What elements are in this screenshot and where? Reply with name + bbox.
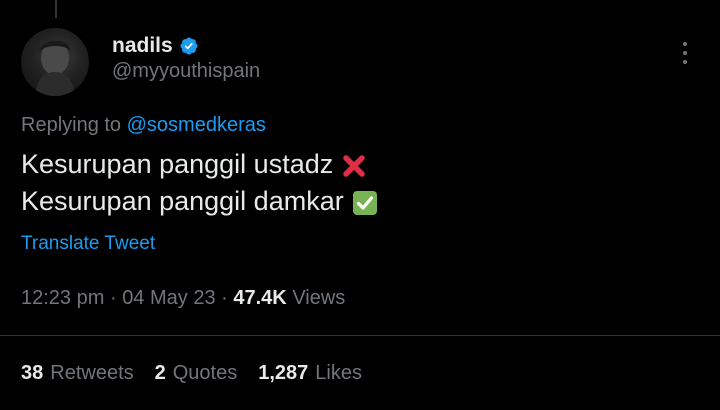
tweet-line: Kesurupan panggil damkar [21, 183, 378, 220]
avatar[interactable] [21, 28, 89, 96]
replying-to-handle-link[interactable]: @sosmedkeras [127, 114, 266, 136]
replying-to: Replying to @sosmedkeras [21, 114, 266, 137]
display-name[interactable]: nadils [112, 34, 173, 58]
views-label: Views [292, 287, 346, 309]
quotes-label: Quotes [172, 362, 238, 384]
quotes-count: 2 [154, 362, 166, 384]
retweets-count: 38 [21, 362, 44, 384]
meta-separator: · [109, 287, 117, 309]
translate-tweet-link[interactable]: Translate Tweet [21, 233, 155, 255]
tweet-text: Kesurupan panggil ustadz Kesurupan pangg… [21, 146, 378, 220]
views-count: 47.4K [233, 287, 287, 309]
tweet-line-text: Kesurupan panggil ustadz [21, 149, 334, 179]
verified-badge-icon [179, 36, 199, 56]
cross-mark-icon [341, 152, 367, 178]
tweet-line-text: Kesurupan panggil damkar [21, 186, 344, 216]
likes-label: Likes [315, 362, 362, 384]
more-options-icon[interactable] [676, 40, 694, 66]
tweet-meta: 12:23 pm · 04 May 23 · 47.4K Views [21, 287, 345, 310]
tweet-time[interactable]: 12:23 pm [21, 287, 104, 309]
retweets-stat[interactable]: 38 Retweets [21, 362, 134, 385]
retweets-label: Retweets [50, 362, 134, 384]
tweet-date[interactable]: 04 May 23 [122, 287, 215, 309]
author-handle[interactable]: @myyouthispain [112, 60, 260, 83]
author-name-row[interactable]: nadils [112, 32, 199, 60]
likes-count: 1,287 [258, 362, 309, 384]
check-mark-button-icon [352, 189, 378, 215]
quotes-stat[interactable]: 2 Quotes [155, 362, 238, 385]
divider [0, 335, 720, 336]
engagement-stats: 38 Retweets 2 Quotes 1,287 Likes [21, 362, 383, 385]
likes-stat[interactable]: 1,287 Likes [258, 362, 362, 385]
avatar-photo-icon [35, 40, 75, 96]
replying-to-prefix: Replying to [21, 114, 122, 136]
meta-separator: · [221, 287, 228, 309]
thread-connector-line [55, 0, 57, 18]
tweet-line: Kesurupan panggil ustadz [21, 146, 378, 183]
